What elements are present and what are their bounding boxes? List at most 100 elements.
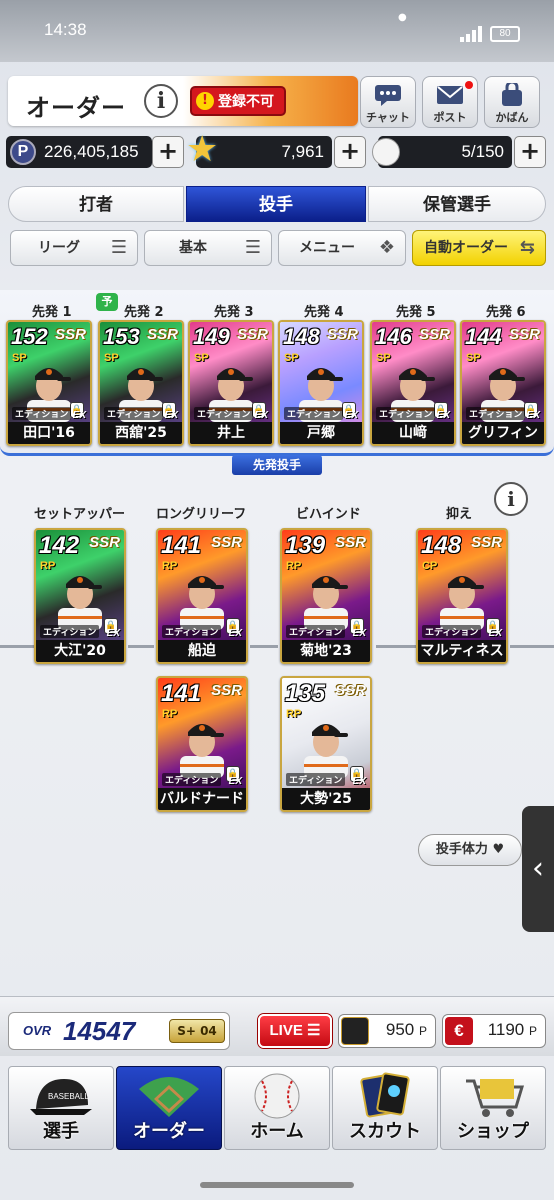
player-card[interactable]: 148 CP SSR 🔒 エディション EX マルティネス: [416, 528, 508, 664]
bullpen-role-label: ビハインド: [296, 507, 361, 522]
order-info-button[interactable]: i: [144, 84, 178, 118]
auto-order-button[interactable]: 自動オーダー ⇆: [412, 230, 546, 266]
player-card[interactable]: 149 SP SSR 🔒 エディション EX 井上: [188, 320, 274, 446]
side-panel-handle[interactable]: ‹: [522, 806, 554, 932]
edition-label: エディション: [162, 625, 222, 638]
points-value: 226,405,185: [44, 142, 139, 161]
ex-label: EX: [228, 628, 242, 639]
points-icon: P: [10, 139, 36, 165]
card-position: SP: [466, 352, 481, 364]
giants-coin-icon: [341, 1017, 369, 1045]
edition-label: エディション: [422, 625, 482, 638]
league-filter-button[interactable]: リーグ ☰: [10, 230, 138, 266]
bullpen-role-label: ロングリリーフ: [156, 507, 247, 522]
edition-label: エディション: [12, 407, 72, 420]
ex-label: EX: [436, 410, 450, 421]
ex-label: EX: [344, 410, 358, 421]
giants-coin-value: 950: [385, 1020, 415, 1039]
nav-order[interactable]: オーダー: [116, 1066, 222, 1150]
nav-order-label: オーダー: [133, 1121, 205, 1142]
nav-players[interactable]: BASEBALL 選手: [8, 1066, 114, 1150]
card-player-name: 船迫: [158, 640, 246, 662]
e-coin-icon: €: [445, 1017, 473, 1045]
card-position: RP: [286, 560, 302, 572]
player-card[interactable]: 135 RP SSR 🔒 エディション EX 大勢'25: [280, 676, 372, 812]
card-player-name: 山﨑: [372, 422, 454, 444]
status-bar: 14:38 ● 80: [0, 0, 554, 62]
e-coin-display[interactable]: € 1190 P: [442, 1014, 546, 1048]
player-portrait: [440, 576, 484, 630]
tab-batters[interactable]: 打者: [8, 186, 184, 222]
starter-slot-label: 先発 4: [304, 305, 344, 320]
points-display: P 226,405,185: [6, 136, 152, 168]
register-status-badge[interactable]: ! 登録不可: [190, 86, 286, 116]
card-player-name: 田口'16: [8, 422, 90, 444]
ex-label: EX: [72, 410, 86, 421]
balls-add-button[interactable]: +: [514, 136, 546, 168]
tab-reserve-players[interactable]: 保管選手: [368, 186, 546, 222]
bag-icon: [502, 83, 522, 106]
balls-value: 5/150: [461, 142, 504, 161]
connector-line: [376, 645, 416, 648]
nav-scout[interactable]: スカウト: [332, 1066, 438, 1150]
coin-unit: P: [418, 1024, 427, 1038]
nav-players-label: 選手: [43, 1121, 79, 1142]
card-rarity: SSR: [147, 326, 178, 343]
card-position: SP: [104, 352, 119, 364]
card-ovr: 141: [161, 532, 202, 559]
clock: 14:38: [44, 20, 87, 39]
nav-shop[interactable]: ショップ: [440, 1066, 546, 1150]
hamburger-icon: ☰: [244, 237, 261, 258]
bullpen-role-label: 抑え: [446, 507, 473, 522]
basic-filter-label: 基本: [179, 240, 207, 256]
player-card[interactable]: 141 RP SSR 🔒 エディション EX バルドナード: [156, 676, 248, 812]
card-rarity: SSR: [89, 534, 120, 551]
player-portrait: [180, 724, 224, 778]
card-player-name: 戸郷: [280, 422, 362, 444]
basic-filter-button[interactable]: 基本 ☰: [144, 230, 272, 266]
mail-icon: [437, 86, 463, 104]
ex-label: EX: [526, 410, 540, 421]
player-card[interactable]: 142 RP SSR 🔒 エディション EX 大江'20: [34, 528, 126, 664]
card-position: SP: [194, 352, 209, 364]
team-ovr-box[interactable]: OVR 14547 S+ 04: [8, 1012, 230, 1050]
player-card[interactable]: 146 SP SSR 🔒 エディション EX 山﨑: [370, 320, 456, 446]
chat-icon: [375, 85, 401, 106]
diamond-icon: ❖: [378, 237, 395, 258]
nav-home[interactable]: ホーム: [224, 1066, 330, 1150]
player-card[interactable]: 141 RP SSR 🔒 エディション EX 船迫: [156, 528, 248, 664]
card-ovr: 149: [193, 324, 230, 349]
card-rarity: SSR: [237, 326, 268, 343]
card-position: RP: [162, 708, 178, 720]
edition-label: エディション: [162, 773, 222, 786]
player-card[interactable]: 153 SP SSR 🔒 エディション EX 西舘'25: [98, 320, 184, 446]
bag-button[interactable]: かばん: [484, 76, 540, 128]
tab-pitchers[interactable]: 投手: [186, 186, 366, 222]
baseball-icon: [254, 1073, 300, 1119]
player-card[interactable]: 148 SP SSR 🔒 エディション EX 戸郷: [278, 320, 364, 446]
card-ovr: 146: [375, 324, 412, 349]
player-card[interactable]: 152 SP SSR 🔒 エディション EX 田口'16: [6, 320, 92, 446]
pitcher-stamina-button[interactable]: 投手体力 ♥: [418, 834, 522, 866]
bullpen-role-label: セットアッパー: [34, 507, 126, 522]
chat-button[interactable]: チャット: [360, 76, 416, 128]
player-card[interactable]: 144 SP SSR 🔒 エディション EX グリフィン: [460, 320, 546, 446]
relievers-info-button[interactable]: i: [494, 482, 528, 516]
card-player-name: 大江'20: [36, 640, 124, 662]
starter-slot-label: 先発 3: [214, 305, 254, 320]
starter-slot-label: 先発 2: [124, 305, 164, 320]
live-button[interactable]: LIVE ☰: [258, 1014, 332, 1048]
menu-button[interactable]: メニュー ❖: [278, 230, 406, 266]
post-button[interactable]: ポスト: [422, 76, 478, 128]
card-rarity: SSR: [471, 534, 502, 551]
ex-label: EX: [352, 628, 366, 639]
warning-icon: !: [196, 92, 214, 110]
player-card[interactable]: 139 RP SSR 🔒 エディション EX 菊地'23: [280, 528, 372, 664]
giants-coin-display[interactable]: 950 P: [338, 1014, 436, 1048]
edition-label: エディション: [104, 407, 164, 420]
points-add-button[interactable]: +: [152, 136, 184, 168]
card-ovr: 148: [283, 324, 320, 349]
page-title: オーダー: [26, 94, 126, 122]
ovr-value: 14547: [63, 1016, 136, 1046]
stars-add-button[interactable]: +: [334, 136, 366, 168]
